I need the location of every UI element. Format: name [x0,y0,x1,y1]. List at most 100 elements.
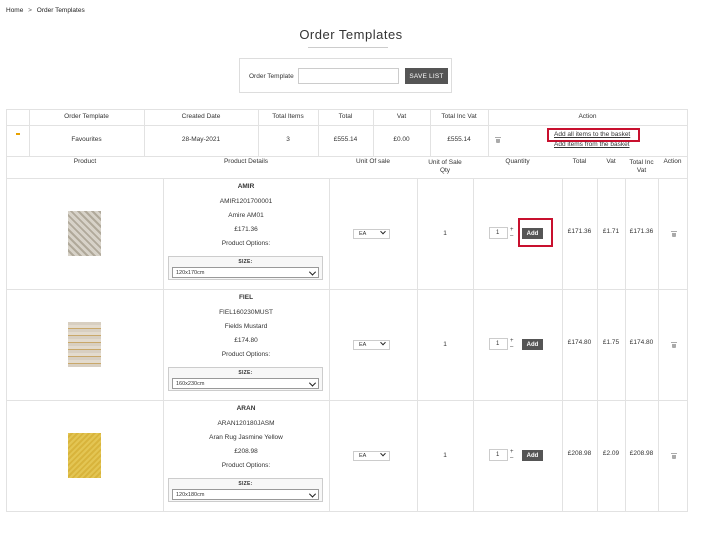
header-unit-of-sale-qty: Unit of Sale Qty [428,158,462,174]
col-divider [658,178,659,512]
header-line-action: Action [663,158,682,166]
line-vat: £1.75 [602,338,620,346]
header-line-total: Total [572,158,587,166]
size-select[interactable]: 160x230cm [172,378,319,389]
size-option-box: SIZE: 160x230cm [168,367,323,391]
add-to-basket-button[interactable]: Add [522,339,543,350]
template-vat: £0.00 [393,136,410,144]
template-total: £555.14 [333,136,358,144]
line-vat: £1.71 [602,227,620,235]
header-total-items: Total Items [272,113,304,121]
order-template-form: Order Template SAVE LIST [239,58,452,93]
product-image-fiel[interactable] [68,322,101,367]
quantity-stepper[interactable]: + – [509,338,518,350]
breadcrumb: Home > Order Templates [6,7,88,14]
order-template-input[interactable] [298,68,399,84]
template-name: Favourites [71,136,102,144]
product-sku: FIEL160230MUST [219,309,273,316]
template-total-inc-vat: £555.14 [447,136,471,144]
size-select[interactable]: 120x180cm [172,489,319,500]
product-code: FIEL [238,294,254,301]
row-divider [7,289,687,290]
unit-of-sale-qty: 1 [443,451,447,459]
product-sku: ARAN120180JASM [217,420,275,427]
template-total-items: 3 [286,136,290,144]
quantity-stepper[interactable]: + – [509,227,518,239]
breadcrumb-separator: > [28,7,32,14]
product-code: AMIR [237,183,255,190]
product-image-aran[interactable] [68,433,101,478]
header-line-vat: Vat [606,158,616,166]
chevron-down-icon [308,490,317,498]
unit-of-sale-qty: 1 [443,229,447,237]
header-product-details: Product Details [223,158,269,166]
product-options-label: Product Options: [221,351,271,358]
product-price: £208.98 [234,448,258,455]
size-option-box: SIZE: 120x170cm [168,256,323,280]
chevron-down-icon [380,339,386,346]
row-divider [7,178,687,179]
header-created-date: Created Date [181,113,221,121]
product-sku: AMIR1201700001 [219,198,273,205]
line-total-inc-vat: £171.36 [629,227,654,235]
unit-of-sale-value: EA [359,231,367,237]
delete-template-trash-icon[interactable] [494,137,501,143]
col-divider [329,178,330,512]
header-total-inc-vat: Total Inc Vat [441,113,477,121]
size-value: 160x230cm [176,380,205,387]
size-label: SIZE: [238,370,253,376]
product-options-label: Product Options: [221,462,271,469]
add-items-from-basket-link[interactable]: Add items from the basket [554,141,630,148]
unit-of-sale-value: EA [359,453,367,459]
delete-item-trash-icon[interactable] [670,453,677,459]
size-label: SIZE: [238,259,253,265]
collapse-toggle-icon[interactable] [16,133,20,135]
delete-item-trash-icon[interactable] [670,231,677,237]
order-template-table: Order Template Created Date Total Items … [6,109,688,512]
size-value: 120x180cm [176,491,205,498]
size-label: SIZE: [238,481,253,487]
product-price: £174.80 [234,337,258,344]
header-action: Action [578,113,597,121]
delete-item-trash-icon[interactable] [670,342,677,348]
breadcrumb-home-link[interactable]: Home [6,7,23,14]
unit-of-sale-select[interactable]: EA [353,228,390,239]
quantity-input[interactable]: 1 [489,449,508,461]
save-list-button[interactable]: SAVE LIST [405,68,448,84]
line-total: £208.98 [567,449,592,457]
unit-of-sale-select[interactable]: EA [353,339,390,350]
chevron-down-icon [308,268,317,276]
add-to-basket-button[interactable]: Add [522,450,543,461]
size-select[interactable]: 120x170cm [172,267,319,278]
order-template-label: Order Template [249,73,294,80]
quantity-input[interactable]: 1 [489,338,508,350]
add-all-items-link[interactable]: Add all items to the basket [554,131,630,138]
header-total: Total [338,113,353,121]
product-price: £171.36 [234,226,258,233]
product-name: Aran Rug Jasmine Yellow [209,434,283,441]
line-total-inc-vat: £174.80 [629,338,654,346]
minus-icon[interactable]: – [510,455,513,461]
unit-of-sale-select[interactable]: EA [353,450,390,461]
quantity-stepper[interactable]: + – [509,449,518,461]
chevron-down-icon [380,450,386,457]
page-title: Order Templates [299,27,403,42]
product-image-amir[interactable] [68,211,101,256]
line-total: £174.80 [567,338,592,346]
product-options-label: Product Options: [221,240,271,247]
product-name: Amire AM01 [228,212,264,219]
minus-icon[interactable]: – [510,233,513,239]
line-vat: £2.09 [602,449,620,457]
title-divider [308,47,388,48]
product-code: ARAN [236,405,256,412]
header-product: Product [73,158,97,166]
chevron-down-icon [380,228,386,235]
minus-icon[interactable]: – [510,344,513,350]
header-unit-of-sale: Unit Of sale [356,158,390,166]
header-line-total-inc-vat: Total Inc Vat [629,158,654,174]
unit-of-sale-value: EA [359,342,367,348]
chevron-down-icon [308,379,317,387]
unit-of-sale-qty: 1 [443,340,447,348]
breadcrumb-current: Order Templates [36,7,85,14]
quantity-input[interactable]: 1 [489,227,508,239]
